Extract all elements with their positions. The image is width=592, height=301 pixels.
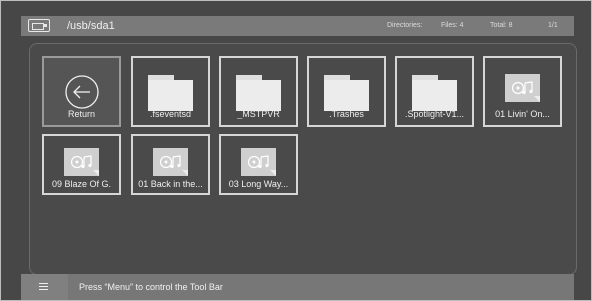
header-bar: /usb/sda1 Directories: Files: 4 Total: 8… — [21, 16, 574, 36]
menu-button[interactable] — [21, 274, 68, 300]
total-count: Total: 8 — [490, 22, 513, 29]
folder-icon — [148, 75, 193, 111]
folder-tile-spotlight[interactable]: .Spotlight-V1... — [395, 56, 474, 127]
return-tile[interactable]: Return — [42, 56, 121, 127]
music-tile-blaze-of-glory[interactable]: 09 Blaze Of G. — [42, 134, 121, 195]
music-tile-back-in-the[interactable]: 01 Back in the... — [131, 134, 210, 195]
tile-label: 01 Back in the... — [138, 179, 203, 189]
current-path: /usb/sda1 — [67, 20, 115, 32]
usb-icon — [28, 19, 50, 32]
tile-label: .fseventsd — [149, 109, 192, 119]
tool-bar-hint: Press “Menu” to control the Tool Bar — [79, 282, 223, 292]
tile-label: 09 Blaze Of G. — [51, 179, 112, 189]
folder-tile-trashes[interactable]: .Trashes — [307, 56, 386, 127]
tile-label: .Spotlight-V1... — [404, 109, 465, 119]
music-file-icon — [505, 74, 540, 102]
folder-icon — [236, 75, 281, 111]
folder-tile-mstpvr[interactable]: _MSTPVR — [219, 56, 298, 127]
files-count: Files: 4 — [441, 22, 464, 29]
music-file-icon — [241, 148, 276, 176]
tile-label: 01 Livin' On... — [495, 109, 550, 119]
folder-icon — [324, 75, 369, 111]
music-tile-long-way[interactable]: 03 Long Way... — [219, 134, 298, 195]
music-file-icon — [153, 148, 188, 176]
music-tile-livin-on[interactable]: 01 Livin' On... — [483, 56, 562, 127]
directories-count: Directories: — [387, 22, 423, 29]
music-file-icon — [64, 148, 99, 176]
tile-label: .Trashes — [329, 109, 364, 119]
tile-label: 03 Long Way... — [228, 179, 289, 189]
folder-icon — [412, 75, 457, 111]
tile-label: _MSTPVR — [237, 109, 280, 119]
media-browser-window: /usb/sda1 Directories: Files: 4 Total: 8… — [0, 0, 592, 301]
tile-label: Return — [67, 109, 95, 119]
tool-bar: Press “Menu” to control the Tool Bar — [21, 274, 574, 300]
menu-list-icon — [39, 283, 48, 291]
folder-tile-fseventsd[interactable]: .fseventsd — [131, 56, 210, 127]
page-indicator: 1/1 — [548, 22, 558, 29]
